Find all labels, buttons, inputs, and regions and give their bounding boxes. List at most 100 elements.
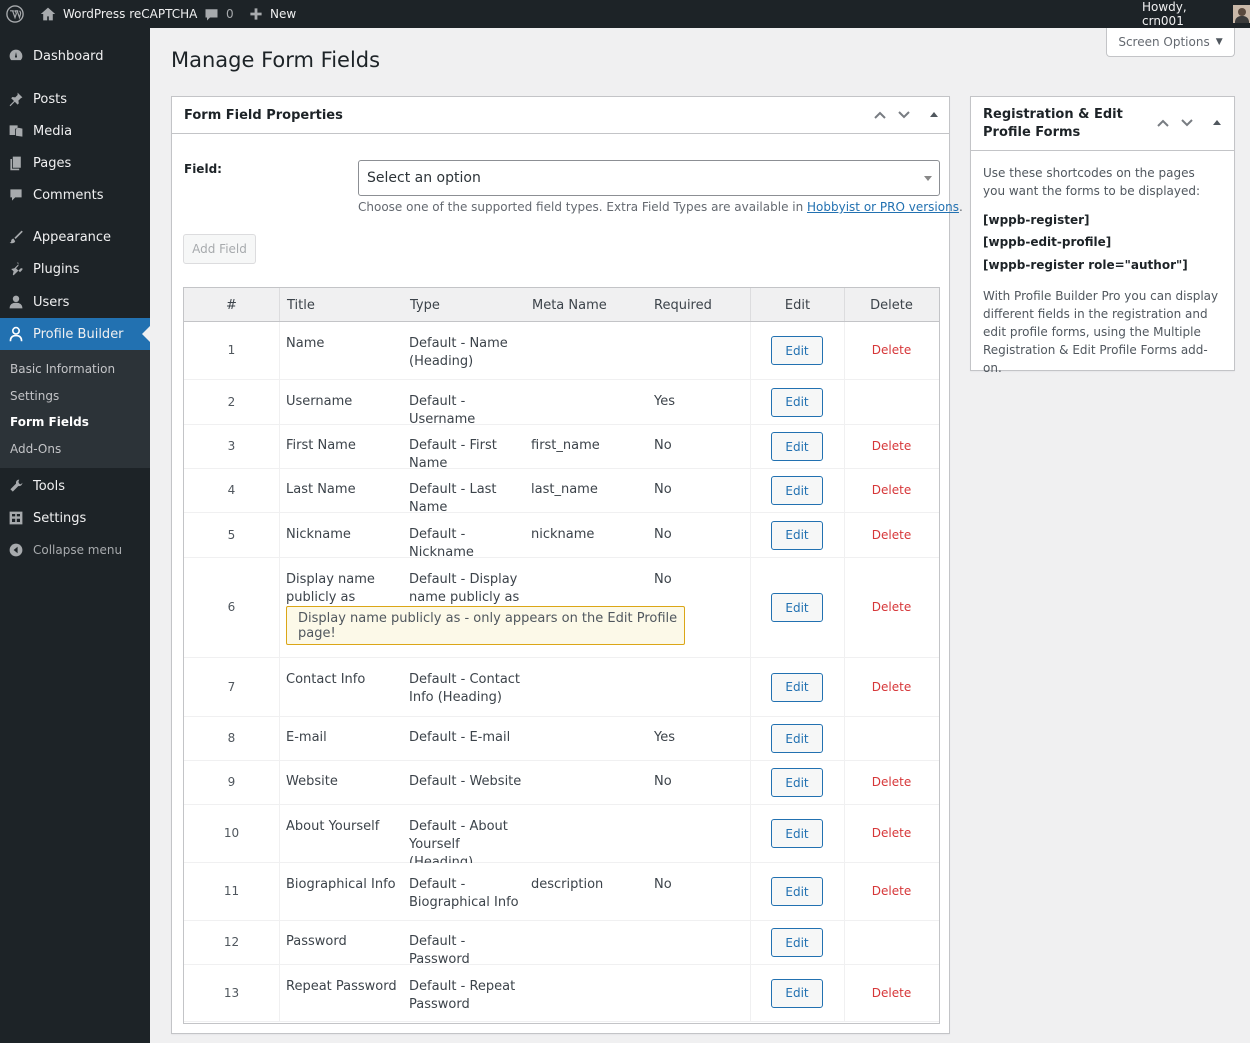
edit-button[interactable]: Edit bbox=[771, 724, 823, 753]
sidebar-item-posts[interactable]: Posts bbox=[0, 83, 150, 115]
my-account[interactable]: Howdy, crn001 bbox=[1142, 0, 1250, 28]
row-number: 11 bbox=[223, 884, 240, 898]
profile-icon bbox=[8, 326, 24, 342]
row-type: Default - Repeat Password bbox=[409, 979, 516, 1012]
hobbyist-pro-link[interactable]: Hobbyist or PRO versions bbox=[807, 200, 959, 214]
move-down-icon[interactable] bbox=[1177, 113, 1197, 133]
submenu-add-ons[interactable]: Add-Ons bbox=[10, 442, 61, 456]
table-row: 3 First Name Default - First Name first_nam… bbox=[184, 425, 939, 471]
wrench-icon bbox=[8, 478, 24, 494]
sidebar-item-tools[interactable]: Tools bbox=[0, 470, 150, 502]
site-name-link[interactable]: WordPress reCAPTCHA bbox=[40, 0, 197, 28]
move-up-icon[interactable] bbox=[1153, 113, 1173, 133]
row-title: Contact Info bbox=[286, 672, 366, 687]
row-title: E-mail bbox=[286, 730, 327, 745]
row-number: 10 bbox=[223, 826, 240, 840]
box-header: Form Field Properties bbox=[172, 97, 949, 134]
sidebar-item-plugins[interactable]: Plugins bbox=[0, 253, 150, 285]
edit-button[interactable]: Edit bbox=[771, 593, 823, 622]
collapse-menu-button[interactable]: Collapse menu bbox=[0, 534, 150, 566]
comments-link[interactable]: 0 bbox=[204, 0, 234, 28]
row-number: 12 bbox=[223, 935, 240, 949]
comment-icon bbox=[205, 8, 218, 20]
delete-link[interactable]: Delete bbox=[844, 528, 939, 542]
screen-options-button[interactable]: Screen Options ▼ bbox=[1106, 28, 1235, 57]
table-row: 13 Repeat Password Default - Repeat Passwo… bbox=[184, 965, 939, 1022]
caret-down-icon: ▼ bbox=[1215, 37, 1223, 47]
wordpress-logo-icon[interactable] bbox=[6, 0, 26, 28]
submenu-basic-information[interactable]: Basic Information bbox=[10, 362, 115, 376]
sidebar-item-media[interactable]: Media bbox=[0, 115, 150, 147]
edit-button[interactable]: Edit bbox=[771, 877, 823, 906]
submenu-settings[interactable]: Settings bbox=[10, 389, 59, 403]
row-number: 5 bbox=[227, 527, 236, 542]
row-type: Default - E-mail bbox=[409, 730, 511, 745]
row-required: No bbox=[654, 877, 672, 892]
edit-button[interactable]: Edit bbox=[771, 978, 823, 1008]
row-required: Yes bbox=[654, 730, 675, 745]
row-required: No bbox=[654, 774, 672, 789]
delete-link[interactable]: Delete bbox=[844, 483, 939, 497]
delete-link[interactable]: Delete bbox=[844, 884, 939, 898]
delete-link[interactable]: Delete bbox=[844, 439, 939, 453]
delete-link[interactable]: Delete bbox=[844, 986, 939, 1000]
sidebar-item-pages[interactable]: Pages bbox=[0, 147, 150, 179]
edit-button[interactable]: Edit bbox=[771, 819, 823, 848]
edit-button[interactable]: Edit bbox=[771, 928, 823, 957]
row-type: Default - Password bbox=[409, 934, 470, 967]
sidebar-item-label: Collapse menu bbox=[33, 543, 123, 557]
row-type: Default - Contact Info (Heading) bbox=[409, 672, 521, 705]
row-number: 9 bbox=[227, 775, 236, 789]
site-name: WordPress reCAPTCHA bbox=[63, 7, 198, 21]
row-title: Display name publicly as bbox=[286, 572, 375, 605]
sidebar-item-profile-builder[interactable]: Profile Builder bbox=[0, 318, 150, 350]
table-row: 11 Biographical Info Default - Biographica… bbox=[184, 863, 939, 921]
row-type: Default - Username bbox=[409, 393, 476, 427]
delete-link[interactable]: Delete bbox=[844, 343, 939, 357]
header-type: Type bbox=[410, 297, 440, 313]
sidebar-item-users[interactable]: Users bbox=[0, 286, 150, 318]
field-type-select[interactable]: Select an option bbox=[358, 160, 940, 196]
table-row: 12 Password Default - Password Edit bbox=[184, 921, 939, 967]
edit-button[interactable]: Edit bbox=[771, 387, 823, 417]
add-field-button[interactable]: Add Field bbox=[183, 234, 256, 264]
row-type: Default - Biographical Info bbox=[409, 877, 519, 910]
table-row: 6 Display name publicly as Default - Displ… bbox=[184, 558, 939, 658]
sidebar-item-appearance[interactable]: Appearance bbox=[0, 221, 150, 253]
page-title: Manage Form Fields bbox=[171, 48, 381, 72]
profile-builder-submenu: Basic Information Settings Form Fields A… bbox=[0, 350, 150, 468]
shortcode-register-author: [wppb-register role="author"] bbox=[983, 258, 1188, 272]
move-down-icon[interactable] bbox=[894, 105, 914, 125]
sidebar-item-dashboard[interactable]: Dashboard bbox=[0, 40, 150, 72]
shortcode-edit-profile: [wppb-edit-profile] bbox=[983, 235, 1112, 249]
toggle-panel-icon[interactable] bbox=[1207, 113, 1227, 133]
edit-button[interactable]: Edit bbox=[771, 432, 823, 461]
delete-link[interactable]: Delete bbox=[844, 826, 939, 840]
header-edit: Edit bbox=[784, 297, 811, 313]
move-up-icon[interactable] bbox=[870, 105, 890, 125]
edit-button[interactable]: Edit bbox=[771, 476, 823, 505]
row-number: 8 bbox=[227, 731, 236, 745]
sidebar-item-comments[interactable]: Comments bbox=[0, 179, 150, 211]
delete-link[interactable]: Delete bbox=[844, 600, 939, 614]
row-meta-name: description bbox=[531, 877, 604, 892]
edit-button[interactable]: Edit bbox=[771, 768, 823, 797]
submenu-form-fields[interactable]: Form Fields bbox=[10, 415, 89, 429]
delete-link[interactable]: Delete bbox=[844, 680, 939, 694]
comment-icon bbox=[8, 187, 24, 203]
sidebar-item-settings[interactable]: Settings bbox=[0, 502, 150, 534]
admin-sidebar: Dashboard Posts Media Pages Comments App… bbox=[0, 28, 150, 1043]
avatar bbox=[1233, 5, 1250, 23]
edit-button[interactable]: Edit bbox=[771, 520, 823, 550]
toggle-panel-icon[interactable] bbox=[924, 105, 944, 125]
table-row: 1 Name Default - Name (Heading) Edit Delete bbox=[184, 322, 939, 380]
dashboard-icon bbox=[8, 48, 24, 64]
edit-button[interactable]: Edit bbox=[771, 336, 823, 365]
collapse-icon bbox=[8, 542, 24, 558]
edit-button[interactable]: Edit bbox=[771, 672, 823, 702]
new-content-link[interactable]: New bbox=[249, 0, 296, 28]
table-row: 4 Last Name Default - Last Name last_name No… bbox=[184, 469, 939, 515]
new-label: New bbox=[270, 7, 297, 21]
row-title: First Name bbox=[286, 438, 356, 453]
delete-link[interactable]: Delete bbox=[844, 775, 939, 789]
